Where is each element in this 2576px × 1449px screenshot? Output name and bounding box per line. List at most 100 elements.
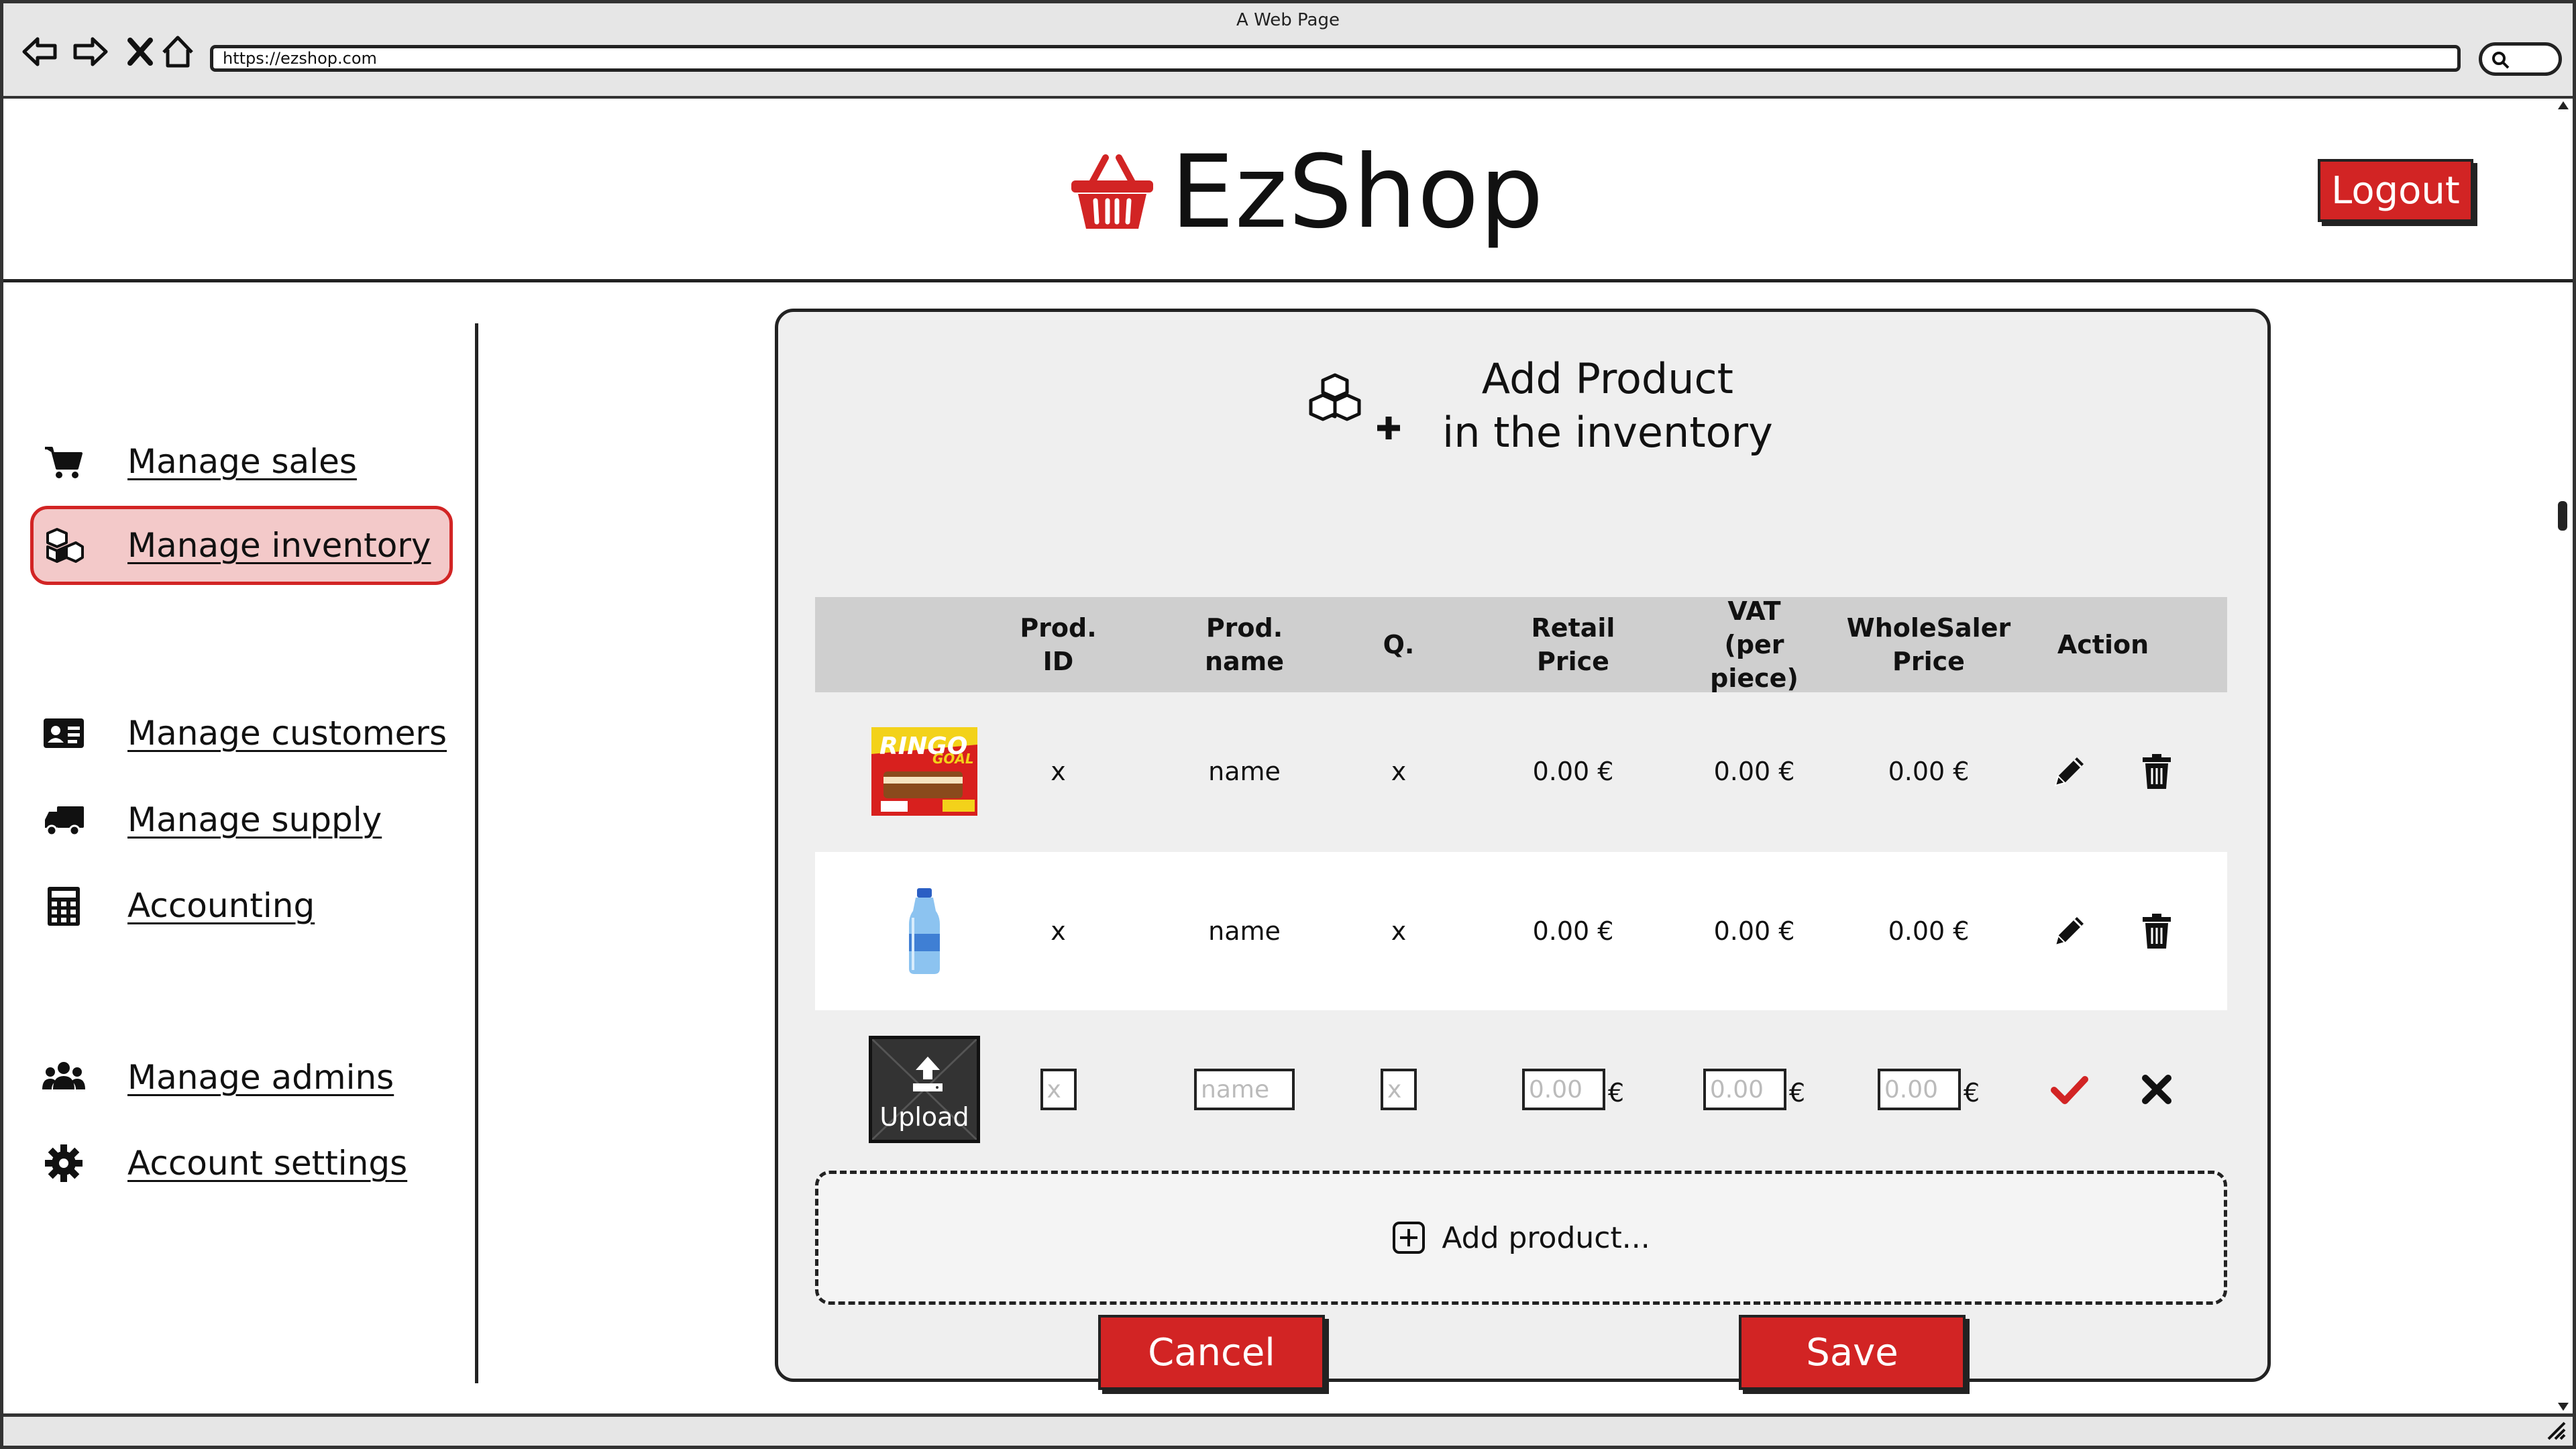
snack-package-image: RINGO GOAL	[871, 727, 977, 816]
sidebar-item-label: Manage admins	[127, 1058, 394, 1097]
url-bar[interactable]: https://ezshop.com	[210, 45, 2461, 72]
quantity-input[interactable]: x	[1381, 1069, 1417, 1110]
column-header-id: Prod. ID	[1020, 613, 1097, 676]
truck-icon	[45, 806, 84, 837]
wholesale-price-cell: 0.00 €	[1888, 916, 1970, 946]
close-icon	[2142, 1075, 2171, 1104]
table-header: Prod. ID Prod. name Q. Retail Price VAT (pe…	[815, 596, 2227, 693]
retail-price-input[interactable]: 0.00	[1521, 1069, 1605, 1110]
page-content: EzShop Logout Manage sales Manage invent…	[0, 99, 2576, 1413]
logout-button[interactable]: Logout	[2318, 159, 2473, 222]
sidebar-item-manage-inventory[interactable]: Manage inventory	[30, 506, 453, 585]
vat-cell: 0.00 €	[1713, 916, 1795, 946]
sidebar-item-manage-supply[interactable]: Manage supply	[30, 780, 453, 859]
save-button[interactable]: Save	[1739, 1315, 1966, 1390]
product-qty-cell: x	[1391, 916, 1407, 946]
sidebar-item-label: Manage supply	[127, 800, 382, 839]
sidebar-item-label: Manage sales	[127, 442, 357, 481]
back-arrow-icon[interactable]	[18, 30, 61, 73]
browser-search-field[interactable]	[2479, 42, 2562, 76]
column-header-wholesale-line1: WholeSaler	[1846, 613, 2011, 643]
cubes-icon	[46, 528, 84, 563]
resize-grip-icon[interactable]	[2544, 1419, 2567, 1442]
sidebar-divider	[475, 323, 478, 1383]
edit-button[interactable]	[2048, 852, 2091, 1010]
product-id-input[interactable]: x	[1040, 1069, 1077, 1110]
vertical-scrollbar[interactable]	[2554, 99, 2573, 1413]
wholesale-price-input[interactable]: 0.00	[1877, 1069, 1961, 1110]
shopping-basket-icon	[1071, 154, 1153, 229]
confirm-button[interactable]	[2048, 1010, 2091, 1169]
trash-icon	[2143, 754, 2171, 789]
home-icon[interactable]	[156, 30, 199, 73]
new-vat-cell: 0.00 €	[1680, 1010, 1828, 1169]
cancel-button[interactable]: Cancel	[1098, 1315, 1325, 1390]
upload-arrow-icon	[913, 1057, 943, 1091]
wholesale-price-cell: 0.00 €	[1888, 757, 1970, 786]
pencil-icon	[2054, 917, 2084, 947]
column-header-wholesale-line2: Price	[1892, 647, 1965, 676]
sidebar-item-account-settings[interactable]: Account settings	[30, 1124, 453, 1203]
vat-cell: 0.00 €	[1713, 757, 1795, 786]
product-name-input[interactable]: name	[1194, 1069, 1295, 1110]
forward-arrow-icon[interactable]	[69, 30, 112, 73]
upload-image-button[interactable]: Upload	[869, 1036, 980, 1143]
users-icon	[42, 1062, 85, 1089]
upload-label: Upload	[879, 1102, 969, 1132]
sidebar-item-manage-sales[interactable]: Manage sales	[30, 422, 453, 501]
delete-button[interactable]	[2135, 692, 2178, 851]
vat-input[interactable]: 0.00	[1703, 1069, 1786, 1110]
column-header-name-line2: name	[1204, 647, 1285, 676]
new-retail-cell: 0.00 €	[1513, 1010, 1633, 1169]
column-header-action: Action	[2057, 630, 2149, 659]
new-wholesale-cell: 0.00 €	[1841, 1010, 2016, 1169]
column-header-retail: Retail Price	[1513, 597, 1633, 692]
cart-icon	[45, 447, 83, 478]
table-row: x name x 0.00 € 0.00 € 0.00 €	[815, 852, 2227, 1010]
new-name-cell: name	[1171, 1010, 1318, 1169]
new-qty-cell: x	[1358, 1010, 1439, 1169]
water-bottle-image	[909, 888, 940, 974]
bottom-status-bar	[0, 1413, 2576, 1449]
scroll-thumb[interactable]	[2558, 501, 2567, 531]
panel-heading: Add Product in the inventory	[1308, 352, 1773, 460]
retail-price-cell: 0.00 €	[1532, 757, 1614, 786]
sidebar-item-manage-admins[interactable]: Manage admins	[30, 1038, 453, 1117]
product-id-cell: x	[1051, 757, 1066, 786]
stop-x-icon[interactable]	[119, 30, 162, 73]
sidebar-item-label: Account settings	[127, 1144, 408, 1183]
browser-title: A Web Page	[1236, 10, 1340, 30]
currency-symbol: €	[1788, 1078, 1806, 1108]
pencil-icon	[2054, 757, 2084, 787]
column-header-wholesale: WholeSaler Price	[1841, 597, 2016, 692]
delete-button[interactable]	[2135, 852, 2178, 1010]
column-header-vat-line2: (per piece)	[1710, 630, 1799, 693]
gear-icon	[45, 1144, 83, 1182]
id-card-icon	[44, 718, 84, 748]
add-product-button[interactable]: Add product...	[815, 1171, 2227, 1305]
svg-text:GOAL: GOAL	[932, 751, 974, 767]
sidebar-item-manage-customers[interactable]: Manage customers	[30, 694, 453, 773]
add-cubes-icon	[1309, 373, 1400, 439]
brand-name: EzShop	[1171, 134, 1544, 251]
add-product-panel: Add Product in the inventory Prod. ID Pr…	[775, 309, 2271, 1390]
calculator-icon	[48, 887, 80, 926]
column-header-retail-line2: Price	[1537, 647, 1609, 676]
search-icon	[2492, 52, 2510, 69]
trash-icon	[2143, 914, 2171, 949]
column-header-vat-line1: VAT	[1727, 596, 1781, 626]
product-thumbnail: RINGO GOAL	[855, 692, 994, 851]
sidebar-item-accounting[interactable]: Accounting	[30, 866, 453, 945]
column-header-qty: Q.	[1383, 630, 1415, 659]
product-name-cell: name	[1208, 916, 1281, 946]
retail-price-cell: 0.00 €	[1532, 916, 1614, 946]
brand-logo[interactable]: EzShop	[1069, 134, 1544, 251]
checkmark-icon	[2051, 1076, 2088, 1104]
edit-button[interactable]	[2048, 692, 2091, 851]
browser-toolbar: A Web Page https://ezshop.com	[0, 0, 2576, 99]
scroll-down-arrow-icon[interactable]	[2558, 1403, 2569, 1411]
plus-square-icon	[1393, 1222, 1426, 1254]
table-row: RINGO GOAL x name x 0.00 € 0.00 € 0.00 €	[815, 692, 2227, 851]
discard-button[interactable]	[2135, 1010, 2178, 1169]
panel-title-line2: in the inventory	[1442, 408, 1773, 457]
